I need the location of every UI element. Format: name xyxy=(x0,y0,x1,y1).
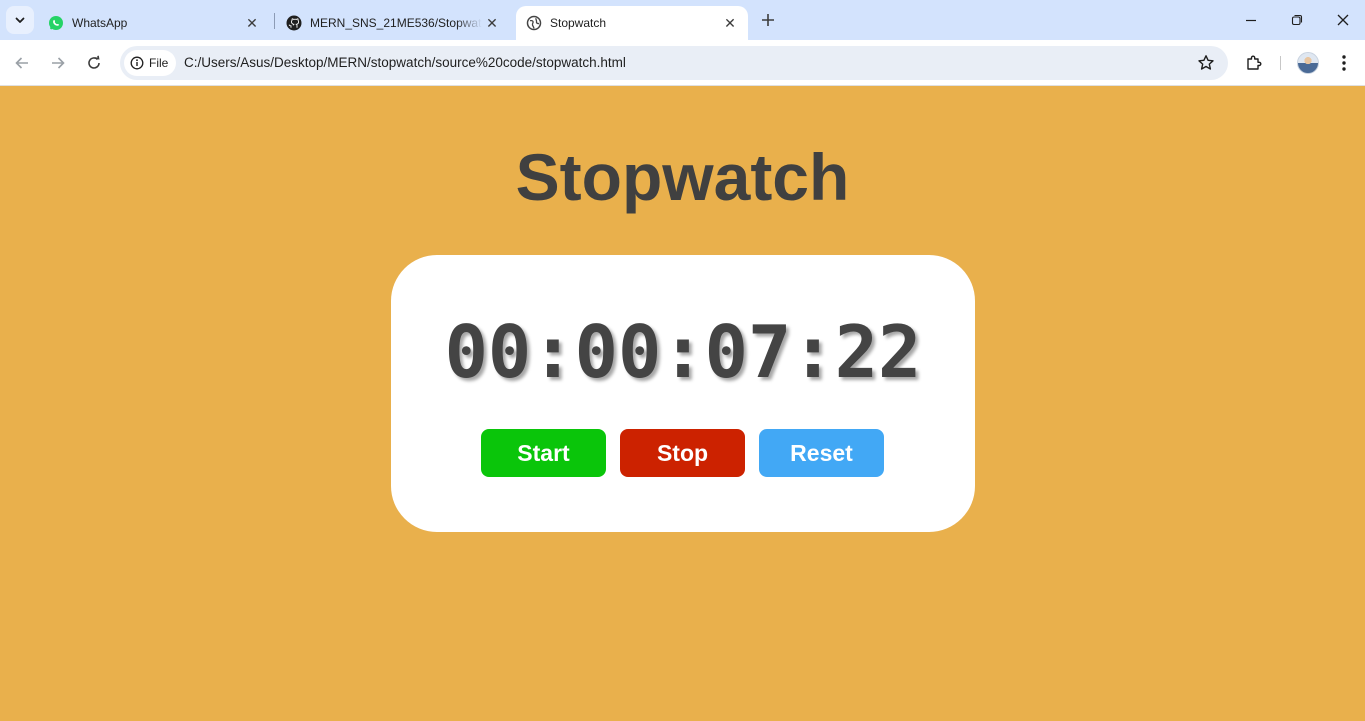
reload-icon xyxy=(88,55,100,69)
forward-button[interactable] xyxy=(44,49,72,77)
tab-title: Stopwatch xyxy=(550,16,607,30)
extensions-button[interactable] xyxy=(1241,50,1267,76)
close-tab-icon[interactable]: ✕ xyxy=(720,13,740,33)
tab-search-button[interactable] xyxy=(6,6,34,34)
tab-title: MERN_SNS_21ME536/Stopwatch xyxy=(310,16,482,30)
toolbar-divider xyxy=(1280,56,1281,70)
site-info-chip[interactable]: File xyxy=(124,50,177,76)
start-button[interactable]: Start xyxy=(481,429,606,477)
restore-button[interactable] xyxy=(1274,6,1320,34)
menu-button[interactable] xyxy=(1331,50,1357,76)
star-icon xyxy=(1198,55,1214,70)
info-icon xyxy=(130,56,144,70)
whatsapp-icon xyxy=(48,15,64,31)
more-vert-icon xyxy=(1342,55,1346,71)
close-tab-icon[interactable]: ✕ xyxy=(242,13,262,33)
arrow-left-icon xyxy=(15,57,28,69)
arrow-right-icon xyxy=(52,57,65,69)
restore-icon xyxy=(1291,14,1303,26)
reload-button[interactable] xyxy=(80,49,108,77)
tab-stopwatch[interactable]: Stopwatch ✕ xyxy=(516,6,748,40)
minimize-button[interactable] xyxy=(1228,6,1274,34)
close-tab-icon[interactable]: ✕ xyxy=(482,13,502,33)
page-title: Stopwatch xyxy=(515,140,850,214)
close-icon xyxy=(1337,14,1349,26)
bookmark-button[interactable] xyxy=(1196,53,1216,73)
page-viewport: Stopwatch 00:00:07:22 Start Stop Reset xyxy=(0,87,1365,721)
close-window-button[interactable] xyxy=(1320,6,1365,34)
minimize-icon xyxy=(1246,19,1256,22)
github-icon xyxy=(286,15,302,31)
new-tab-button[interactable] xyxy=(756,8,780,32)
profile-avatar[interactable] xyxy=(1297,52,1319,74)
tab-title: WhatsApp xyxy=(72,16,128,30)
browser-toolbar: File C:/Users/Asus/Desktop/MERN/stopwatc… xyxy=(0,40,1365,101)
address-bar[interactable]: File C:/Users/Asus/Desktop/MERN/stopwatc… xyxy=(120,46,1228,80)
stop-button[interactable]: Stop xyxy=(620,429,745,477)
back-button[interactable] xyxy=(8,49,36,77)
chevron-down-icon xyxy=(15,17,25,23)
puzzle-icon xyxy=(1247,55,1262,70)
tab-github[interactable]: MERN_SNS_21ME536/Stopwatch ✕ xyxy=(276,6,510,40)
tab-strip: WhatsApp ✕ MERN_SNS_21ME536/Stopwatch ✕ … xyxy=(0,0,1365,40)
stopwatch-card: 00:00:07:22 Start Stop Reset xyxy=(391,255,975,532)
time-display: 00:00:07:22 xyxy=(444,310,922,394)
security-chip-label: File xyxy=(149,56,169,70)
plus-icon xyxy=(762,14,774,26)
reset-button[interactable]: Reset xyxy=(759,429,884,477)
tab-separator xyxy=(274,13,275,29)
url-text[interactable]: C:/Users/Asus/Desktop/MERN/stopwatch/sou… xyxy=(184,55,626,70)
globe-icon xyxy=(526,15,542,31)
tab-whatsapp[interactable]: WhatsApp ✕ xyxy=(38,6,270,40)
